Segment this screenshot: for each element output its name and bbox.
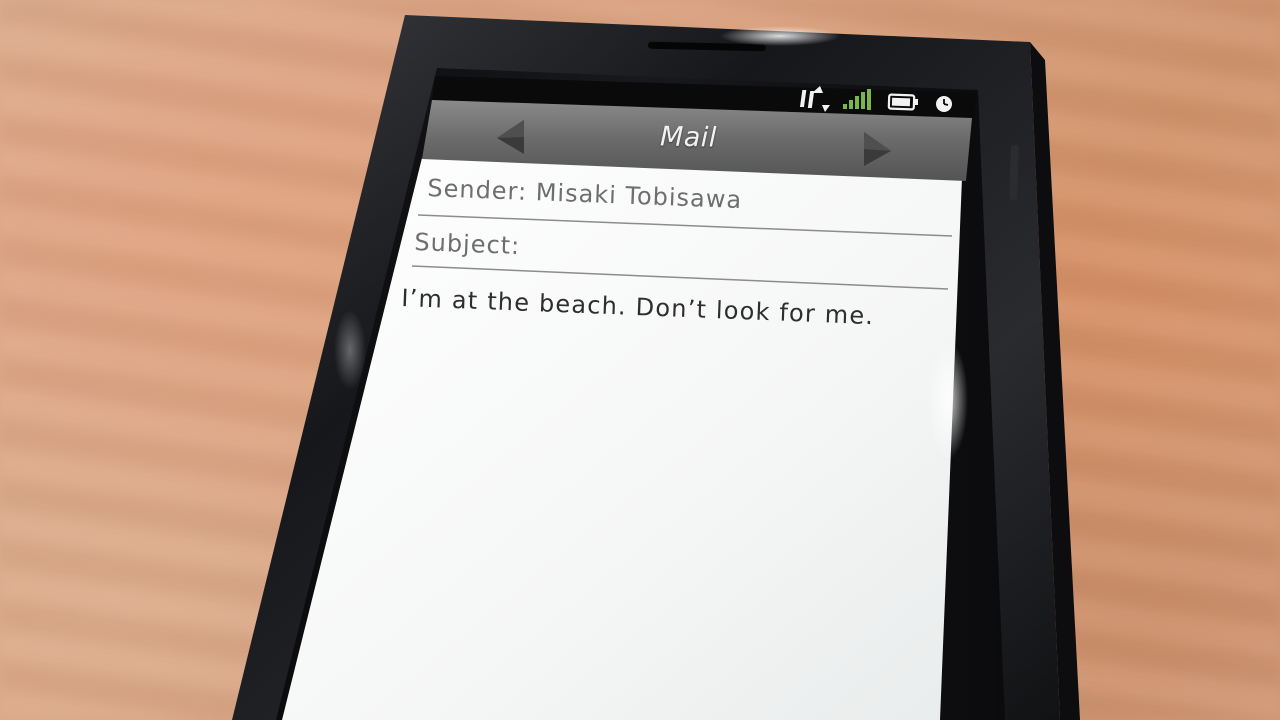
glare-left (334, 310, 366, 390)
mail-title: Mail (659, 121, 718, 154)
sender-label: Sender: (426, 174, 528, 206)
clock-icon (936, 96, 952, 112)
glare-top (720, 26, 840, 46)
glare-right (928, 340, 968, 460)
phone-scene: Mail Sender: Misaki Tobisawa Subject: I’… (0, 0, 1280, 720)
phone (232, 15, 1080, 720)
subject-row: Subject: (414, 228, 521, 260)
subject-label: Subject: (413, 228, 521, 261)
